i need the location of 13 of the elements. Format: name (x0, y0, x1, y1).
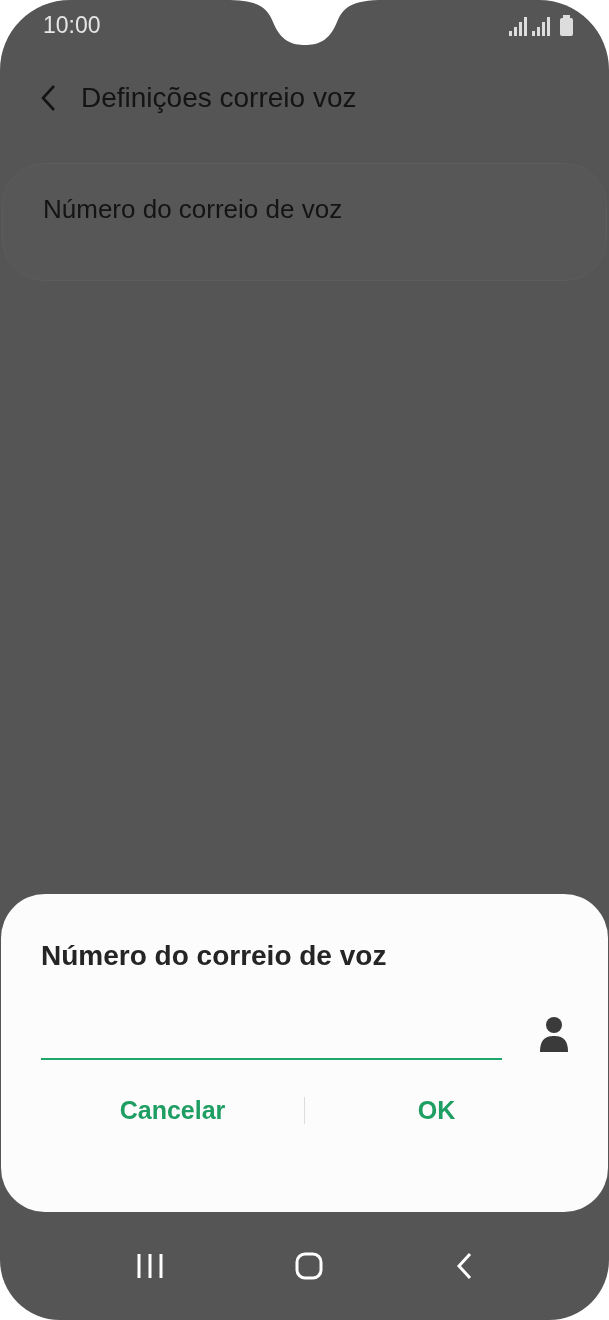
recent-apps-icon[interactable] (135, 1252, 164, 1280)
signal-icon (532, 16, 550, 36)
screen-title: Definições correio voz (81, 81, 357, 114)
dialog-title: Número do correio de voz (41, 940, 388, 972)
dialog-button[interactable]: OK (305, 1088, 568, 1133)
battery-icon (560, 14, 573, 36)
signal-icon (509, 16, 527, 36)
home-icon[interactable] (295, 1252, 324, 1280)
status-time: 10:00 (43, 11, 101, 39)
settings-item[interactable]: Número do correio de voz (2, 163, 607, 281)
back-icon[interactable] (455, 1252, 474, 1280)
person-icon[interactable] (540, 1017, 568, 1052)
dialog-button[interactable]: Cancelar (41, 1088, 304, 1133)
